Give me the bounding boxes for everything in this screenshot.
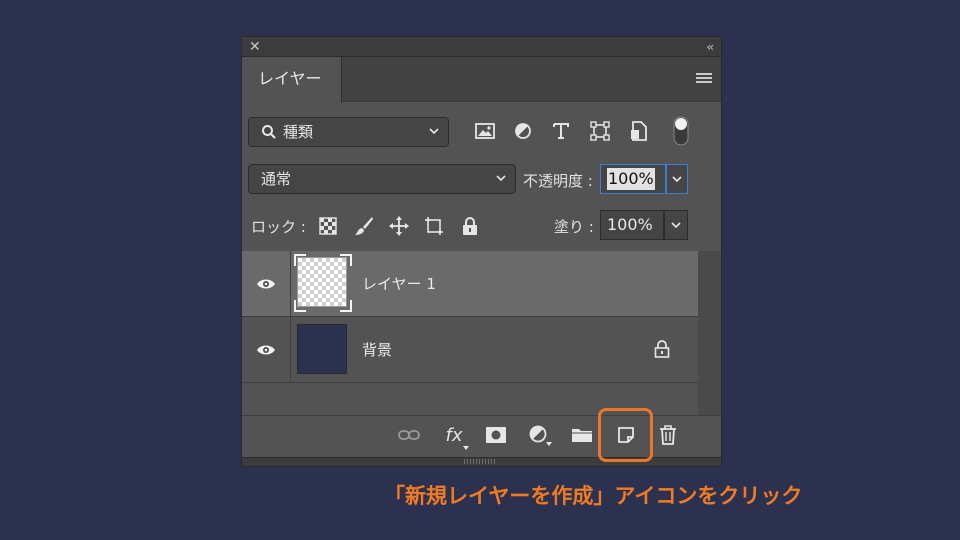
close-icon[interactable]: ✕ [249,38,261,56]
opacity-value: 100% [607,168,655,190]
search-icon [262,125,276,139]
layer-thumbnail [294,254,352,312]
chevron-down-icon [672,176,682,183]
fill-field[interactable]: 100% [600,210,664,240]
blend-mode-dropdown[interactable]: 通常 [248,164,516,194]
selection-frame-icon [294,254,352,312]
layer-row-1[interactable]: レイヤー 1 [242,251,698,317]
layer-row-background[interactable]: 背景 [242,317,698,383]
visibility-toggle[interactable] [242,317,291,382]
lock-label: ロック : [251,218,306,236]
instruction-caption: 「新規レイヤーを作成」アイコンをクリック [384,484,803,508]
layers-list: レイヤー 1 背景 [242,251,698,416]
eye-icon [257,345,275,354]
new-layer-highlight [598,408,653,462]
blend-mode-value: 通常 [261,170,292,188]
eye-icon [257,279,275,288]
lock-transparency-icon[interactable] [317,215,339,237]
chevron-down-icon [429,128,439,135]
new-group-icon[interactable] [571,424,593,446]
opacity-dropdown-button[interactable] [666,164,688,194]
filter-kind-dropdown[interactable]: 種類 [248,117,449,147]
lock-position-icon[interactable] [388,215,410,237]
layer-name: 背景 [362,341,393,359]
smart-object-filter-icon[interactable] [628,120,650,142]
fx-label: fx [445,424,463,446]
image-filter-icon[interactable] [474,120,496,142]
delete-layer-icon[interactable] [657,424,679,446]
lock-artboard-icon[interactable] [423,215,445,237]
tab-bar: レイヤー [242,57,721,103]
fill-value: 100% [607,215,653,234]
opacity-field[interactable]: 100% [600,164,666,194]
visibility-toggle[interactable] [242,251,291,316]
tab-layers[interactable]: レイヤー [242,57,342,103]
shape-filter-icon[interactable] [589,120,611,142]
fx-icon[interactable]: fx [441,424,469,450]
opacity-label: 不透明度 : [523,172,593,190]
adjustment-filter-icon[interactable] [512,120,534,142]
layer-name: レイヤー 1 [362,275,436,293]
lock-all-icon[interactable] [459,215,481,237]
panel-menu-icon[interactable] [696,73,712,85]
fill-label: 塗り : [554,218,594,236]
collapse-icon[interactable]: ‹‹ [706,38,713,56]
lock-pixels-icon[interactable] [353,215,375,237]
layer-thumbnail [297,324,347,374]
adjustment-layer-icon[interactable] [528,424,552,446]
type-filter-icon[interactable] [550,120,572,142]
filter-kind-label: 種類 [283,123,314,141]
link-layers-icon[interactable] [398,424,420,446]
layers-panel: ✕ ‹‹ レイヤー 種類 通常 不透明度: 100% ロック: 塗り: 1… [241,36,722,467]
layer-mask-icon[interactable] [485,424,507,446]
lock-icon [654,340,670,358]
chevron-down-icon [671,222,681,229]
layers-scrollbar[interactable] [698,251,721,416]
fill-dropdown-button[interactable] [664,210,688,240]
grip-icon [464,459,495,464]
chevron-down-icon [496,175,506,182]
panel-titlebar: ✕ ‹‹ [242,37,721,57]
filter-toggle-icon[interactable] [670,116,692,146]
